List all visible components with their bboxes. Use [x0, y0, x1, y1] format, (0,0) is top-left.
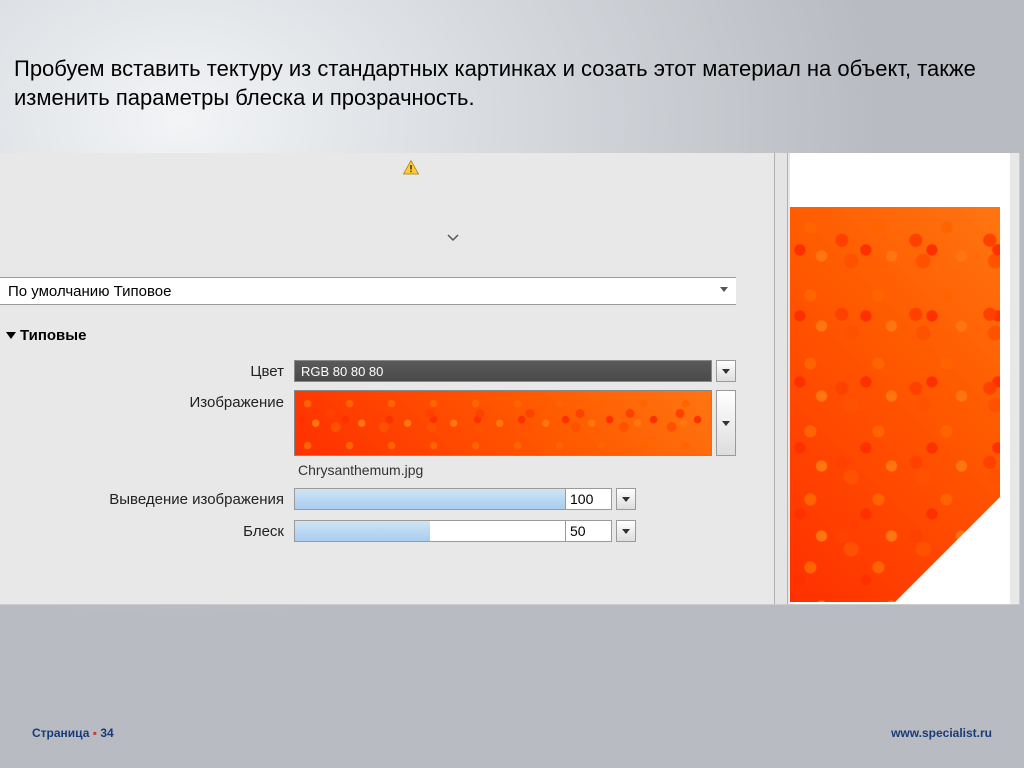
color-swatch[interactable]: RGB 80 80 80: [294, 360, 712, 382]
warning-icon: [402, 159, 420, 177]
slide-footer: Страница ▪ 34 www.specialist.ru: [0, 726, 1024, 740]
row-color: Цвет RGB 80 80 80: [0, 358, 736, 384]
gloss-slider[interactable]: [294, 520, 566, 542]
label-image-fade: Выведение изображения: [0, 491, 294, 508]
chevron-down-icon: [722, 421, 730, 426]
label-image: Изображение: [0, 390, 294, 411]
chevron-down-icon: [720, 287, 728, 292]
style-dropdown[interactable]: По умолчанию Типовое: [0, 277, 736, 305]
style-dropdown-value: По умолчанию Типовое: [8, 283, 171, 300]
image-fade-stepper[interactable]: [616, 488, 636, 510]
section-header[interactable]: Типовые: [0, 323, 736, 348]
label-gloss: Блеск: [0, 523, 294, 540]
row-image: Изображение: [0, 390, 736, 456]
row-image-fade: Выведение изображения 100: [0, 486, 736, 512]
chevron-down-icon[interactable]: [446, 233, 464, 247]
panel-divider[interactable]: [774, 153, 788, 604]
page-indicator: Страница ▪ 34: [32, 726, 114, 740]
image-fade-slider[interactable]: [294, 488, 566, 510]
row-gloss: Блеск 50: [0, 518, 736, 544]
chevron-down-icon: [622, 529, 630, 534]
chevron-down-icon: [722, 369, 730, 374]
image-preview[interactable]: [294, 390, 712, 456]
image-dropdown-button[interactable]: [716, 390, 736, 456]
slide-title: Пробуем вставить тектуру из стандартных …: [14, 55, 1004, 112]
app-screenshot: По умолчанию Типовое Типовые Цвет RGB 80…: [0, 153, 1020, 605]
label-color: Цвет: [0, 363, 294, 380]
preview-area: [790, 153, 1010, 604]
chevron-down-icon: [622, 497, 630, 502]
section-title: Типовые: [20, 327, 86, 344]
color-dropdown-button[interactable]: [716, 360, 736, 382]
properties-group: Цвет RGB 80 80 80 Изображение Chrysanthe…: [0, 358, 736, 550]
image-fade-value[interactable]: 100: [566, 488, 612, 510]
footer-url: www.specialist.ru: [891, 726, 992, 740]
texture-preview: [790, 207, 1000, 602]
material-panel: По умолчанию Типовое Типовые Цвет RGB 80…: [0, 153, 788, 604]
gloss-stepper[interactable]: [616, 520, 636, 542]
triangle-down-icon: [6, 332, 16, 339]
gloss-value[interactable]: 50: [566, 520, 612, 542]
image-filename: Chrysanthemum.jpg: [298, 462, 736, 478]
